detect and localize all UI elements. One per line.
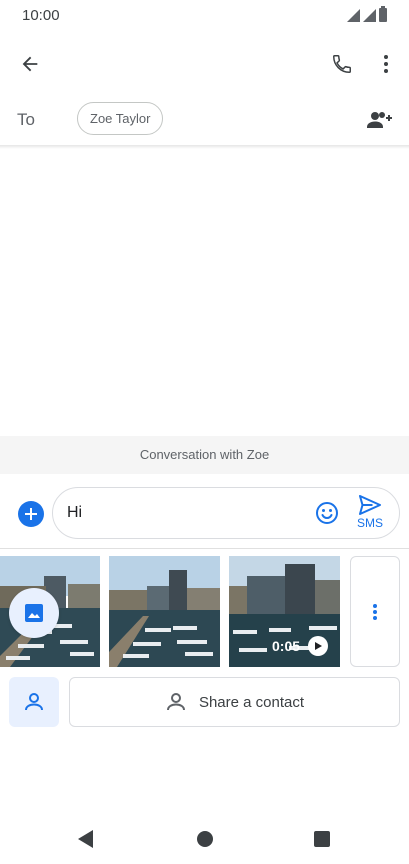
more-vert-icon — [373, 603, 377, 620]
attachment-divider — [0, 548, 409, 549]
system-nav-bar — [0, 816, 409, 864]
video-duration: 0:05 — [272, 638, 301, 654]
nav-back-icon[interactable] — [78, 830, 93, 848]
open-gallery-button[interactable] — [9, 588, 59, 638]
status-time: 10:00 — [22, 7, 60, 24]
play-triangle-icon — [315, 642, 322, 650]
contact-tab-button[interactable] — [9, 677, 59, 727]
emoji-icon[interactable] — [315, 501, 339, 525]
status-bar: 10:00 — [0, 0, 409, 32]
share-contact-button[interactable]: Share a contact — [69, 677, 400, 727]
person-icon — [25, 693, 43, 711]
header-divider — [0, 145, 409, 149]
person-icon — [166, 693, 185, 711]
battery-icon — [379, 6, 387, 22]
send-icon — [359, 495, 381, 515]
message-input[interactable]: Hi SMS — [52, 487, 400, 539]
arrow-back-icon — [22, 56, 38, 72]
app-bar — [0, 32, 409, 96]
more-vert-icon — [384, 55, 388, 73]
media-thumbnail[interactable] — [109, 556, 220, 667]
signal-icon — [347, 9, 360, 22]
nav-home-icon[interactable] — [197, 831, 213, 847]
send-label: SMS — [356, 516, 383, 530]
conversation-banner: Conversation with Zoe — [0, 436, 409, 474]
back-button[interactable] — [10, 44, 50, 84]
add-attachment-button[interactable] — [18, 501, 44, 527]
more-media-button[interactable] — [350, 556, 400, 667]
to-label: To — [17, 110, 35, 129]
phone-icon — [333, 55, 351, 73]
send-button[interactable]: SMS — [353, 495, 387, 535]
message-text[interactable]: Hi — [67, 504, 82, 522]
add-people-icon — [367, 112, 392, 128]
status-icons — [347, 6, 387, 22]
add-people-button[interactable] — [360, 102, 398, 138]
play-icon[interactable] — [308, 636, 328, 656]
call-button[interactable] — [322, 44, 362, 84]
recipient-row: To Zoe Taylor — [0, 96, 409, 144]
compose-row: Hi SMS — [0, 484, 409, 542]
share-contact-label: Share a contact — [198, 693, 305, 711]
harbor-photo — [109, 556, 220, 667]
nav-recents-icon[interactable] — [314, 831, 330, 847]
recipient-chip[interactable]: Zoe Taylor — [77, 102, 164, 135]
more-options-button[interactable] — [366, 44, 406, 84]
plus-icon — [25, 508, 37, 520]
image-icon — [25, 604, 43, 622]
signal-icon-2 — [363, 9, 376, 22]
